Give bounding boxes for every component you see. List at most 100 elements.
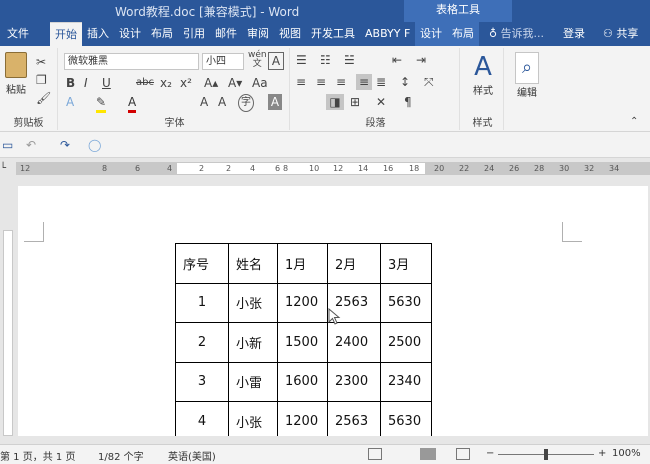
font-color-icon[interactable]: A xyxy=(128,94,137,113)
tell-me-box[interactable]: ♁ 告诉我... xyxy=(484,22,549,46)
tab-review[interactable]: 审阅 xyxy=(242,22,274,46)
table-cell[interactable]: 2340 xyxy=(380,361,432,402)
italic-icon[interactable]: I xyxy=(84,75,88,91)
show-marks-icon[interactable]: ¶ xyxy=(404,94,412,110)
clear-format-icon[interactable]: A xyxy=(218,94,226,110)
superscript-icon[interactable]: x² xyxy=(180,75,192,91)
increase-indent-icon[interactable]: ⇥ xyxy=(416,52,426,68)
styles-button[interactable]: A 样式 xyxy=(466,52,500,97)
language-indicator[interactable]: 英语(美国) xyxy=(168,448,216,463)
zoom-out-icon[interactable]: − xyxy=(486,448,494,459)
grow-font-icon[interactable]: A▴ xyxy=(204,75,218,91)
table-cell[interactable]: 2563 xyxy=(327,401,381,436)
touch-mode-icon[interactable]: ◯ xyxy=(88,137,101,153)
tab-table-design[interactable]: 设计 xyxy=(415,22,447,46)
zoom-in-icon[interactable]: + xyxy=(598,448,606,459)
sort-icon[interactable]: ✕ xyxy=(376,94,386,110)
align-right-icon[interactable]: ≡ xyxy=(336,74,346,90)
distributed-icon[interactable]: ≣ xyxy=(376,74,386,90)
login-button[interactable]: 登录 xyxy=(558,22,590,46)
horizontal-ruler[interactable]: └ 12 8 6 4 2 2 4 6 8 10 12 14 16 18 20 2… xyxy=(0,158,650,180)
format-painter-icon[interactable]: 🖌 xyxy=(36,90,51,106)
table-cell[interactable]: 4 xyxy=(175,401,229,436)
zoom-level[interactable]: 100% xyxy=(612,448,641,459)
word-count[interactable]: 1/82 个字 xyxy=(98,448,144,463)
table-cell[interactable]: 2 xyxy=(175,322,229,363)
redo-icon[interactable]: ↷ xyxy=(60,137,70,153)
bold-icon[interactable]: B xyxy=(66,75,75,91)
aa-size-icon[interactable]: A xyxy=(200,94,208,110)
table-cell[interactable]: 3 xyxy=(175,361,229,402)
char-border-icon[interactable]: A xyxy=(268,52,284,70)
tab-home[interactable]: 开始 xyxy=(50,22,82,46)
zoom-slider-thumb[interactable] xyxy=(544,449,548,460)
justify-icon[interactable]: ≡ xyxy=(356,74,372,90)
share-button[interactable]: ⚇ 共享 xyxy=(598,22,643,46)
text-effects-icon[interactable]: A xyxy=(66,94,74,110)
table-row[interactable]: 2 小新 1500 2400 2500 xyxy=(175,322,432,363)
table-cell[interactable]: 小张 xyxy=(228,282,278,323)
save-icon[interactable]: ▭ xyxy=(2,137,13,153)
table-cell[interactable]: 1200 xyxy=(277,401,328,436)
decrease-indent-icon[interactable]: ⇤ xyxy=(392,52,402,68)
align-left-icon[interactable]: ≡ xyxy=(296,74,306,90)
table-cell[interactable]: 1月 xyxy=(277,243,328,284)
strikethrough-icon[interactable]: abc xyxy=(136,75,154,91)
char-shading-icon[interactable]: A xyxy=(268,94,282,110)
numbering-icon[interactable]: ☷ xyxy=(320,52,331,68)
tab-layout[interactable]: 布局 xyxy=(146,22,178,46)
tab-selector-icon[interactable]: └ xyxy=(0,161,6,177)
multilevel-list-icon[interactable]: ☱ xyxy=(344,52,355,68)
bullets-icon[interactable]: ☰ xyxy=(296,52,307,68)
table-cell[interactable]: 小新 xyxy=(228,322,278,363)
table-cell[interactable]: 小雷 xyxy=(228,361,278,402)
page-count[interactable]: 第 1 页，共 1 页 xyxy=(0,448,75,463)
table-header-row[interactable]: 序号 姓名 1月 2月 3月 xyxy=(175,243,432,284)
shading-icon[interactable]: ◨ xyxy=(326,94,344,110)
read-mode-icon[interactable] xyxy=(368,448,382,460)
subscript-icon[interactable]: x₂ xyxy=(160,75,172,91)
font-name-combo[interactable]: 微软雅黑 xyxy=(64,53,199,70)
table-row[interactable]: 1 小张 1200 2563 5630 xyxy=(175,282,432,323)
tab-design[interactable]: 设计 xyxy=(114,22,146,46)
table-cell[interactable]: 1600 xyxy=(277,361,328,402)
paste-button[interactable]: 粘贴 xyxy=(2,52,30,96)
tab-mailings[interactable]: 邮件 xyxy=(210,22,242,46)
collapse-ribbon-icon[interactable]: ⌃ xyxy=(630,114,638,130)
highlight-icon[interactable]: ✎ xyxy=(96,94,107,113)
tab-abbyy[interactable]: ABBYY F xyxy=(360,22,415,46)
tab-insert[interactable]: 插入 xyxy=(82,22,114,46)
editing-button[interactable]: ⌕ 编辑 xyxy=(510,52,544,99)
shrink-font-icon[interactable]: A▾ xyxy=(228,75,242,91)
chinese-layout-icon[interactable]: ⤧ xyxy=(424,74,434,90)
table-cell[interactable]: 2400 xyxy=(327,322,381,363)
table-cell[interactable]: 2月 xyxy=(327,243,381,284)
underline-icon[interactable]: U xyxy=(102,75,111,91)
borders-icon[interactable]: ⊞ xyxy=(350,94,360,110)
data-table[interactable]: 序号 姓名 1月 2月 3月 1 小张 1200 2563 5630 2 小新 1500 2400 2500… xyxy=(175,243,432,436)
tab-developer[interactable]: 开发工具 xyxy=(306,22,360,46)
tab-file[interactable]: 文件 xyxy=(2,22,34,46)
web-layout-icon[interactable] xyxy=(456,448,470,460)
table-cell[interactable]: 1 xyxy=(175,282,229,323)
tab-view[interactable]: 视图 xyxy=(274,22,306,46)
line-spacing-icon[interactable]: ↕ xyxy=(400,74,410,90)
table-cell[interactable]: 小张 xyxy=(228,401,278,436)
tab-table-layout[interactable]: 布局 xyxy=(447,22,479,46)
table-cell[interactable]: 序号 xyxy=(175,243,229,284)
print-layout-icon[interactable] xyxy=(420,448,436,460)
table-cell[interactable]: 1200 xyxy=(277,282,328,323)
table-cell[interactable]: 5630 xyxy=(380,401,432,436)
table-row[interactable]: 4 小张 1200 2563 5630 xyxy=(175,401,432,436)
align-center-icon[interactable]: ≡ xyxy=(316,74,326,90)
phonetic-guide-icon[interactable]: wén 文 xyxy=(248,51,267,69)
table-cell[interactable]: 姓名 xyxy=(228,243,278,284)
table-cell[interactable]: 2500 xyxy=(380,322,432,363)
font-size-combo[interactable]: 小四 xyxy=(202,53,244,70)
table-cell[interactable]: 3月 xyxy=(380,243,432,284)
copy-icon[interactable]: ❐ xyxy=(36,72,47,88)
tab-references[interactable]: 引用 xyxy=(178,22,210,46)
table-cell[interactable]: 1500 xyxy=(277,322,328,363)
change-case-icon[interactable]: Aa xyxy=(252,75,268,91)
vertical-ruler[interactable] xyxy=(0,180,16,436)
